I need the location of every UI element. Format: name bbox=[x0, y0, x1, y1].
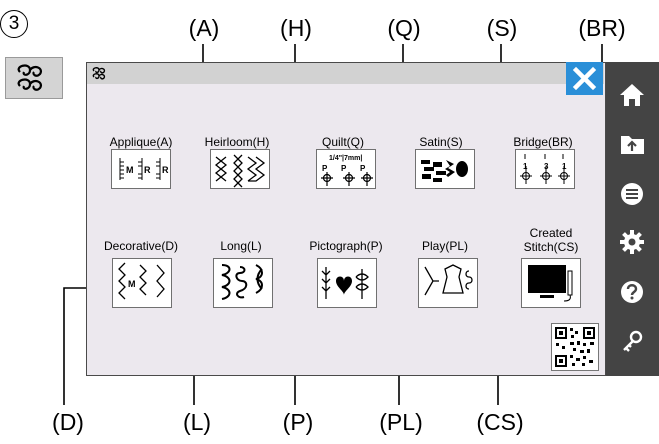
qr-code[interactable] bbox=[551, 323, 599, 371]
callout-br: (BR) bbox=[578, 15, 626, 41]
bridge-num-2: 3 bbox=[544, 162, 549, 171]
callout-p: (P) bbox=[282, 409, 314, 435]
category-label-satin: Satin(S) bbox=[419, 135, 463, 149]
quilt-text-p1: P bbox=[322, 164, 328, 173]
monitor-icon bbox=[528, 265, 573, 302]
sidebar-settings-button[interactable] bbox=[606, 216, 659, 268]
quilt-text-p2: P bbox=[341, 164, 347, 173]
satin-pattern-icon bbox=[421, 160, 468, 182]
category-button-play[interactable] bbox=[418, 258, 478, 308]
bridge-num-3: 1 bbox=[562, 162, 567, 171]
callout-s: (S) bbox=[486, 15, 518, 41]
applique-text-r2: R bbox=[162, 165, 169, 175]
callout-l: (L) bbox=[182, 409, 212, 435]
close-icon bbox=[572, 66, 597, 91]
applique-text-m: M bbox=[126, 165, 134, 175]
category-button-created-stitch[interactable] bbox=[521, 258, 581, 308]
stitch-category-screen: Applique(A) Heirloom(H) Quilt(Q) Satin(S… bbox=[86, 62, 606, 376]
category-label-long: Long(L) bbox=[220, 239, 262, 253]
sidebar-key-button[interactable] bbox=[606, 316, 659, 368]
category-label-created-line1: Created bbox=[529, 226, 573, 240]
long-pattern-icon bbox=[221, 264, 263, 300]
category-button-quilt[interactable]: 1/4"|7mm| P P P bbox=[316, 149, 376, 189]
applique-text-r1: R bbox=[144, 165, 151, 175]
category-button-bridge[interactable]: 1 3 1 bbox=[515, 149, 575, 189]
sidebar bbox=[606, 62, 659, 376]
quilt-pattern-icon: 1/4"|7mm| P P P bbox=[321, 155, 373, 186]
play-pattern-icon bbox=[424, 264, 473, 296]
decorative-text-m: M bbox=[128, 279, 136, 289]
decorative-pattern-icon: M bbox=[118, 262, 165, 300]
category-button-applique[interactable]: M R R bbox=[111, 149, 171, 189]
category-button-heirloom[interactable] bbox=[210, 149, 270, 189]
quilt-text-p3: P bbox=[360, 164, 366, 173]
category-label-quilt: Quilt(Q) bbox=[322, 135, 364, 149]
folder-upload-icon bbox=[621, 136, 644, 154]
sidebar-menu-button[interactable] bbox=[606, 168, 659, 220]
bridge-num-1: 1 bbox=[523, 162, 528, 171]
callout-d: (D) bbox=[52, 409, 84, 435]
category-label-play: Play(PL) bbox=[421, 239, 469, 253]
callout-q: (Q) bbox=[387, 15, 421, 41]
key-icon bbox=[623, 330, 643, 352]
menu-icon bbox=[621, 183, 643, 205]
category-label-created-line2: Stitch(CS) bbox=[523, 240, 579, 254]
category-button-long[interactable] bbox=[213, 258, 273, 308]
sidebar-folder-button[interactable] bbox=[606, 118, 659, 170]
category-button-decorative[interactable]: M bbox=[112, 258, 172, 308]
callout-a: (A) bbox=[188, 15, 220, 41]
close-button[interactable] bbox=[566, 62, 603, 95]
qr-code-icon bbox=[555, 327, 595, 367]
bridge-pattern-icon: 1 3 1 bbox=[520, 154, 570, 184]
settings-icon bbox=[620, 230, 644, 254]
pictograph-pattern-icon bbox=[321, 267, 369, 299]
title-stitch-icon bbox=[92, 67, 106, 80]
quilt-size-text: 1/4"|7mm| bbox=[329, 155, 362, 162]
category-label-pictograph: Pictograph(P) bbox=[309, 239, 383, 253]
heirloom-pattern-icon bbox=[214, 154, 266, 188]
home-icon bbox=[620, 84, 644, 106]
category-label-heirloom: Heirloom(H) bbox=[204, 135, 270, 149]
category-label-bridge: Bridge(BR) bbox=[513, 135, 573, 149]
sidebar-help-button[interactable] bbox=[606, 266, 659, 318]
help-icon bbox=[621, 281, 643, 303]
callout-h: (H) bbox=[280, 15, 312, 41]
category-label-applique: Applique(A) bbox=[109, 135, 173, 149]
applique-pattern-icon: M R R bbox=[119, 158, 169, 180]
sidebar-home-button[interactable] bbox=[606, 70, 659, 122]
title-bar bbox=[87, 63, 604, 84]
category-label-decorative: Decorative(D) bbox=[103, 239, 179, 253]
callout-cs: (CS) bbox=[476, 409, 524, 435]
category-button-satin[interactable] bbox=[415, 149, 475, 189]
category-button-pictograph[interactable] bbox=[317, 258, 377, 308]
callout-pl: (PL) bbox=[379, 409, 423, 435]
